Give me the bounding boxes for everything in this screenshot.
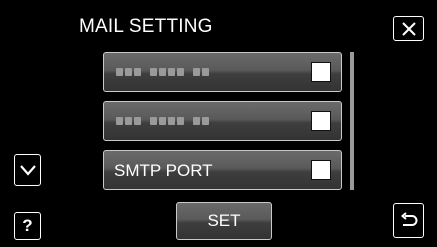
chevron-down-icon — [19, 165, 36, 176]
return-arrow-icon — [400, 211, 417, 226]
list-item-smtp-port[interactable]: SMTP PORT — [103, 150, 342, 190]
scrollbar[interactable] — [350, 52, 354, 190]
item-checkbox[interactable] — [311, 160, 331, 180]
list-item-label: SMTP PORT — [114, 161, 213, 180]
scroll-down-button[interactable] — [14, 154, 41, 186]
back-button[interactable] — [393, 203, 424, 238]
masked-text — [116, 117, 209, 125]
help-button[interactable]: ? — [14, 212, 41, 240]
list-item[interactable] — [103, 101, 342, 141]
item-checkbox[interactable] — [311, 111, 331, 131]
list-item[interactable] — [103, 52, 342, 92]
close-x-icon — [401, 21, 416, 36]
close-button[interactable] — [393, 16, 424, 41]
item-checkbox[interactable] — [311, 62, 331, 82]
set-button[interactable]: SET — [176, 202, 272, 240]
masked-text — [116, 68, 209, 76]
page-title: MAIL SETTING — [79, 16, 213, 37]
